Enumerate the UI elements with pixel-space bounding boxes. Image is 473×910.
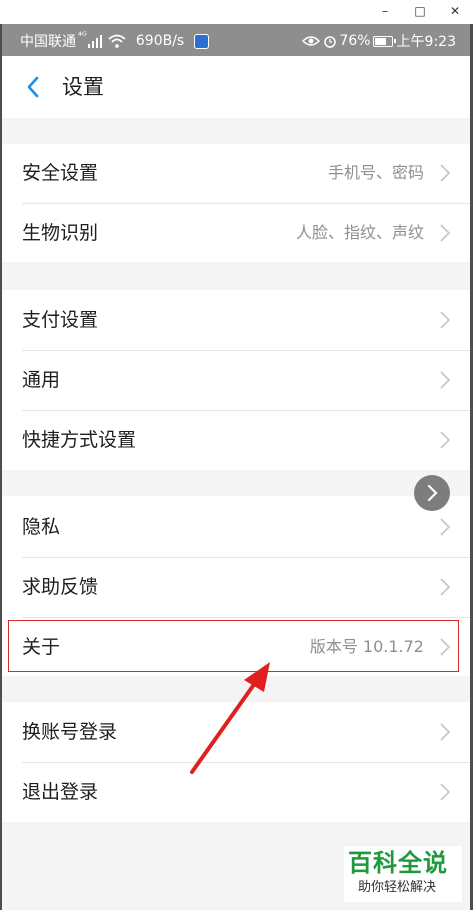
- watermark-title: 百科全说: [348, 849, 448, 877]
- carrier-label: 中国联通: [20, 34, 76, 50]
- settings-item-logout[interactable]: 退出登录: [2, 763, 470, 821]
- wifi-icon: [108, 34, 126, 48]
- settings-item-payment[interactable]: 支付设置: [2, 291, 470, 349]
- chevron-right-icon: [440, 578, 450, 596]
- app-notification-icon: [194, 33, 210, 49]
- settings-item-label: 快捷方式设置: [22, 429, 137, 451]
- settings-item-biometrics[interactable]: 生物识别 人脸、指纹、声纹: [2, 204, 470, 262]
- highlight-box: [8, 620, 459, 672]
- header-bar: 设置: [2, 56, 470, 118]
- settings-group-general: 支付设置 通用 快捷方式设置: [2, 290, 470, 470]
- settings-item-feedback[interactable]: 求助反馈: [2, 558, 470, 616]
- settings-item-general[interactable]: 通用: [2, 351, 470, 409]
- window-titlebar: – □ ✕: [0, 0, 473, 24]
- network-type-label: ⁴ᴳ: [78, 30, 87, 42]
- chevron-right-icon: [440, 783, 450, 801]
- chevron-right-icon: [440, 224, 450, 242]
- settings-item-privacy[interactable]: 隐私: [2, 498, 470, 556]
- settings-item-value: 人脸、指纹、声纹: [295, 223, 424, 242]
- maximize-button[interactable]: □: [407, 1, 433, 21]
- chevron-right-icon: [427, 484, 438, 502]
- signal-icon: [87, 34, 102, 48]
- network-speed-label: 690B/s: [135, 33, 185, 49]
- page-title: 设置: [62, 75, 104, 99]
- watermark-subtitle: 助你轻松解决: [358, 880, 437, 895]
- alarm-icon: [324, 36, 337, 48]
- eye-icon: [302, 36, 321, 46]
- settings-item-label: 安全设置: [22, 162, 99, 184]
- settings-group-account: 换账号登录 退出登录: [2, 702, 470, 822]
- status-bar: 中国联通 ⁴ᴳ 690B/s 76% 上午9:23: [2, 24, 470, 56]
- settings-item-label: 生物识别: [22, 222, 99, 244]
- settings-item-security[interactable]: 安全设置 手机号、密码: [2, 144, 470, 202]
- phone-screen: 中国联通 ⁴ᴳ 690B/s 76% 上午9:23 设置 安全设置 手机号、密码…: [2, 24, 470, 910]
- settings-item-label: 退出登录: [22, 781, 99, 803]
- settings-item-switch-account[interactable]: 换账号登录: [2, 703, 470, 761]
- settings-item-label: 隐私: [22, 516, 61, 538]
- minimize-button[interactable]: –: [372, 1, 398, 21]
- settings-item-shortcuts[interactable]: 快捷方式设置: [2, 411, 470, 469]
- watermark-logo: 百科全说 助你轻松解决: [344, 846, 462, 902]
- chevron-right-icon: [440, 518, 450, 536]
- settings-item-label: 通用: [22, 369, 61, 391]
- floating-arrow-button[interactable]: [414, 475, 450, 511]
- chevron-left-icon[interactable]: [22, 73, 46, 101]
- clock-label: 上午9:23: [396, 34, 456, 50]
- settings-item-label: 求助反馈: [22, 576, 99, 598]
- settings-item-label: 支付设置: [22, 309, 99, 331]
- battery-percent-label: 76%: [339, 33, 371, 49]
- settings-item-value: 手机号、密码: [327, 163, 424, 182]
- battery-icon: [372, 35, 396, 47]
- chevron-right-icon: [440, 371, 450, 389]
- chevron-right-icon: [440, 723, 450, 741]
- settings-item-label: 换账号登录: [22, 721, 118, 743]
- chevron-right-icon: [440, 311, 450, 329]
- close-button[interactable]: ✕: [442, 1, 468, 21]
- chevron-right-icon: [440, 164, 450, 182]
- settings-group-security: 安全设置 手机号、密码 生物识别 人脸、指纹、声纹: [2, 144, 470, 262]
- chevron-right-icon: [440, 431, 450, 449]
